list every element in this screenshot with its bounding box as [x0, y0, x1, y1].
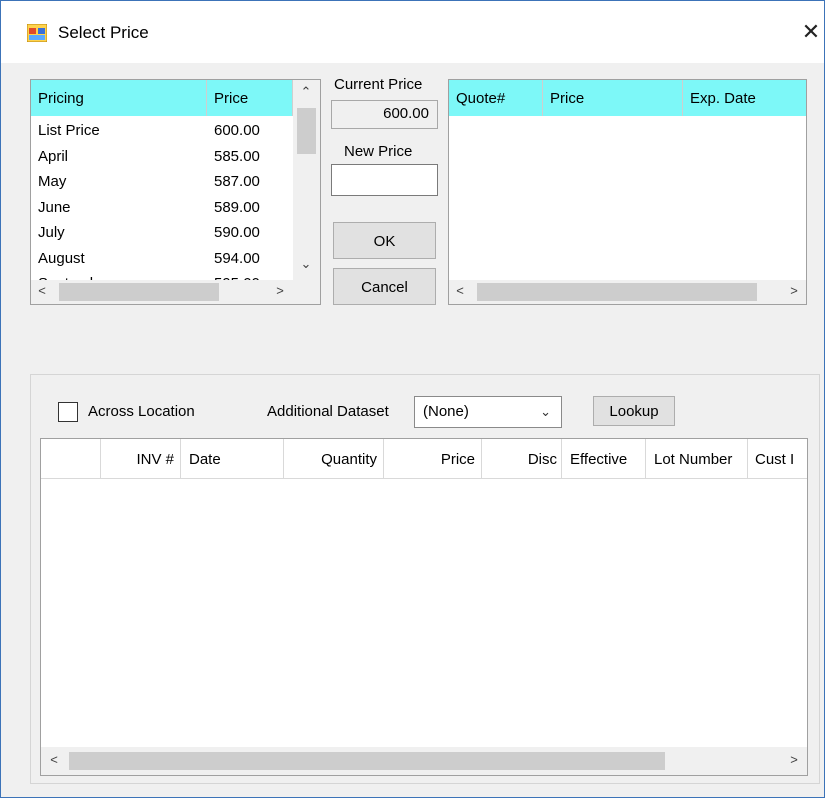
- scroll-right-icon[interactable]: >: [785, 283, 803, 298]
- list-item[interactable]: September595.00: [38, 271, 288, 280]
- additional-dataset-label: Additional Dataset: [267, 403, 389, 420]
- cancel-button[interactable]: Cancel: [333, 268, 436, 305]
- grid-header-lot-number[interactable]: Lot Number: [646, 439, 748, 479]
- new-price-input[interactable]: [331, 164, 438, 196]
- lookup-button[interactable]: Lookup: [593, 396, 675, 426]
- app-window-icon: [27, 24, 47, 42]
- pricing-horizontal-scrollbar[interactable]: < >: [31, 280, 320, 304]
- history-group: Across Location Additional Dataset (None…: [30, 374, 820, 784]
- scroll-left-icon[interactable]: <: [33, 283, 51, 298]
- grid-header-disc[interactable]: Disc: [482, 439, 562, 479]
- scroll-right-icon[interactable]: >: [271, 283, 289, 298]
- list-item[interactable]: August 594.00: [38, 246, 288, 271]
- title-bar: Select Price ✕: [1, 1, 824, 63]
- across-location-checkbox[interactable]: [58, 402, 78, 422]
- current-price-value: 600.00: [331, 100, 438, 129]
- scroll-up-icon[interactable]: ⌃: [297, 84, 315, 100]
- quote-horizontal-scrollbar[interactable]: < >: [449, 280, 806, 304]
- pricing-list[interactable]: Pricing Price List Price 600.00 April 585.…: [30, 79, 321, 305]
- list-item[interactable]: May 587.00: [38, 169, 288, 194]
- scroll-left-icon[interactable]: <: [45, 752, 63, 767]
- grid-header-price[interactable]: Price: [384, 439, 482, 479]
- across-location-label[interactable]: Across Location: [88, 403, 195, 420]
- scroll-thumb[interactable]: [297, 108, 316, 154]
- grid-row-selector-header: [41, 439, 101, 479]
- quote-list[interactable]: Quote# Price Exp. Date < >: [448, 79, 807, 305]
- grid-header-quantity[interactable]: Quantity: [284, 439, 384, 479]
- scroll-left-icon[interactable]: <: [451, 283, 469, 298]
- close-icon[interactable]: ✕: [796, 15, 825, 49]
- pricing-column-header[interactable]: Pricing: [31, 80, 207, 116]
- quote-number-column-header[interactable]: Quote#: [449, 80, 543, 116]
- grid-header-inv[interactable]: INV #: [101, 439, 181, 479]
- grid-header-effective[interactable]: Effective: [562, 439, 646, 479]
- pricing-vertical-scrollbar[interactable]: ⌃ ⌄: [293, 80, 320, 280]
- grid-header-cust[interactable]: Cust I: [748, 439, 807, 479]
- scroll-thumb[interactable]: [477, 283, 757, 301]
- exp-date-column-header[interactable]: Exp. Date: [683, 80, 806, 116]
- new-price-label: New Price: [344, 143, 413, 160]
- list-item[interactable]: July 590.00: [38, 220, 288, 245]
- grid-horizontal-scrollbar[interactable]: < >: [41, 747, 807, 775]
- scroll-down-icon[interactable]: ⌄: [297, 256, 315, 272]
- additional-dataset-select[interactable]: (None) ⌄: [414, 396, 562, 428]
- chevron-down-icon: ⌄: [540, 404, 551, 419]
- list-item[interactable]: April 585.00: [38, 144, 288, 169]
- current-price-label: Current Price: [334, 76, 423, 93]
- list-item[interactable]: June 589.00: [38, 195, 288, 220]
- grid-header-date[interactable]: Date: [181, 439, 284, 479]
- quote-price-column-header[interactable]: Price: [543, 80, 683, 116]
- scroll-thumb[interactable]: [59, 283, 219, 301]
- scroll-thumb[interactable]: [69, 752, 665, 770]
- window-title: Select Price: [58, 23, 149, 42]
- pricing-rows: List Price 600.00 April 585.00 May 587.00 J…: [31, 116, 293, 280]
- scroll-right-icon[interactable]: >: [785, 752, 803, 767]
- history-grid[interactable]: INV # Date Quantity Price Disc Effective…: [40, 438, 808, 776]
- select-price-window: Select Price ✕ Pricing Price List Price 6…: [0, 0, 825, 798]
- price-column-header[interactable]: Price: [207, 80, 293, 116]
- list-item[interactable]: List Price 600.00: [38, 118, 288, 143]
- ok-button[interactable]: OK: [333, 222, 436, 259]
